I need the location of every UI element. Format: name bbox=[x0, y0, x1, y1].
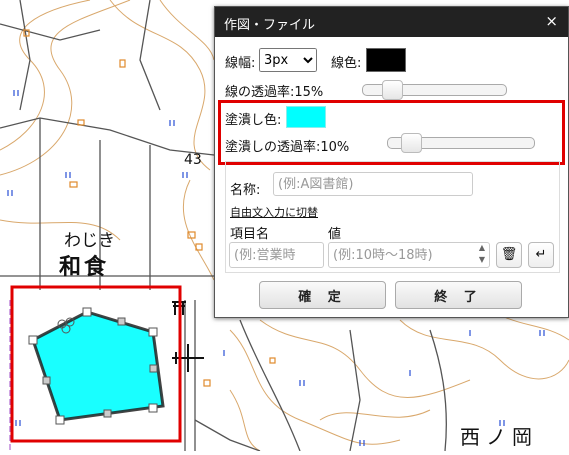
confirm-button[interactable]: 確 定 bbox=[259, 281, 386, 309]
close-icon[interactable]: × bbox=[545, 12, 558, 30]
enter-icon[interactable]: ↵ bbox=[528, 242, 554, 268]
fill-opacity-label: 塗潰しの透過率:10% bbox=[225, 140, 350, 155]
fill-color-swatch[interactable] bbox=[286, 106, 326, 128]
vertex-handle[interactable] bbox=[55, 415, 65, 425]
fill-color-label: 塗潰し色: bbox=[225, 113, 282, 128]
midpoint-handle[interactable] bbox=[149, 364, 158, 373]
place-label-nishinooka: 西ノ岡 bbox=[460, 425, 538, 449]
end-button[interactable]: 終 了 bbox=[395, 281, 522, 309]
line-width-select[interactable]: 1px2px3px4px5px bbox=[259, 48, 317, 72]
vertex-handle[interactable] bbox=[148, 403, 158, 413]
attributes-group: 名称: 自由文入力に切替 項目名 値 ▲▼ 🗑 ↵ bbox=[225, 161, 560, 273]
place-label-kana: わじき bbox=[64, 231, 115, 251]
item-name-header: 項目名 bbox=[230, 227, 270, 242]
midpoint-handle[interactable] bbox=[103, 409, 112, 418]
freetext-toggle-link[interactable]: 自由文入力に切替 bbox=[230, 204, 318, 220]
slider-handle[interactable] bbox=[401, 133, 422, 153]
name-input[interactable] bbox=[273, 172, 473, 196]
item-name-input[interactable] bbox=[229, 242, 324, 268]
line-width-label: 線幅: bbox=[225, 56, 256, 71]
value-input[interactable] bbox=[328, 242, 490, 268]
line-opacity-slider[interactable] bbox=[362, 80, 507, 100]
slider-handle[interactable] bbox=[382, 80, 403, 100]
value-spinner-icon[interactable]: ▲ ▼ bbox=[476, 242, 488, 268]
dialog-title: 作図・ファイル bbox=[224, 18, 316, 33]
vertex-handle[interactable] bbox=[82, 307, 92, 317]
line-color-swatch[interactable] bbox=[366, 48, 406, 72]
midpoint-handle[interactable] bbox=[42, 376, 51, 385]
vertex-handle[interactable] bbox=[28, 335, 38, 345]
line-color-label: 線色: bbox=[331, 56, 362, 71]
elevation-label: 43 bbox=[184, 152, 202, 168]
midpoint-handle[interactable] bbox=[117, 317, 126, 326]
fill-opacity-slider[interactable] bbox=[387, 133, 535, 153]
dialog-titlebar[interactable]: 作図・ファイル × bbox=[215, 7, 568, 37]
drawing-file-dialog: 作図・ファイル × 線幅: 1px2px3px4px5px 線色: 線の透過率:… bbox=[214, 6, 569, 318]
vertex-handle[interactable] bbox=[148, 327, 158, 337]
line-opacity-label: 線の透過率:15% bbox=[225, 85, 324, 100]
trash-icon[interactable]: 🗑 bbox=[496, 242, 522, 268]
value-header: 値 bbox=[328, 227, 342, 242]
name-label: 名称: bbox=[230, 183, 261, 198]
place-label-kanji: 和食 bbox=[59, 255, 110, 280]
